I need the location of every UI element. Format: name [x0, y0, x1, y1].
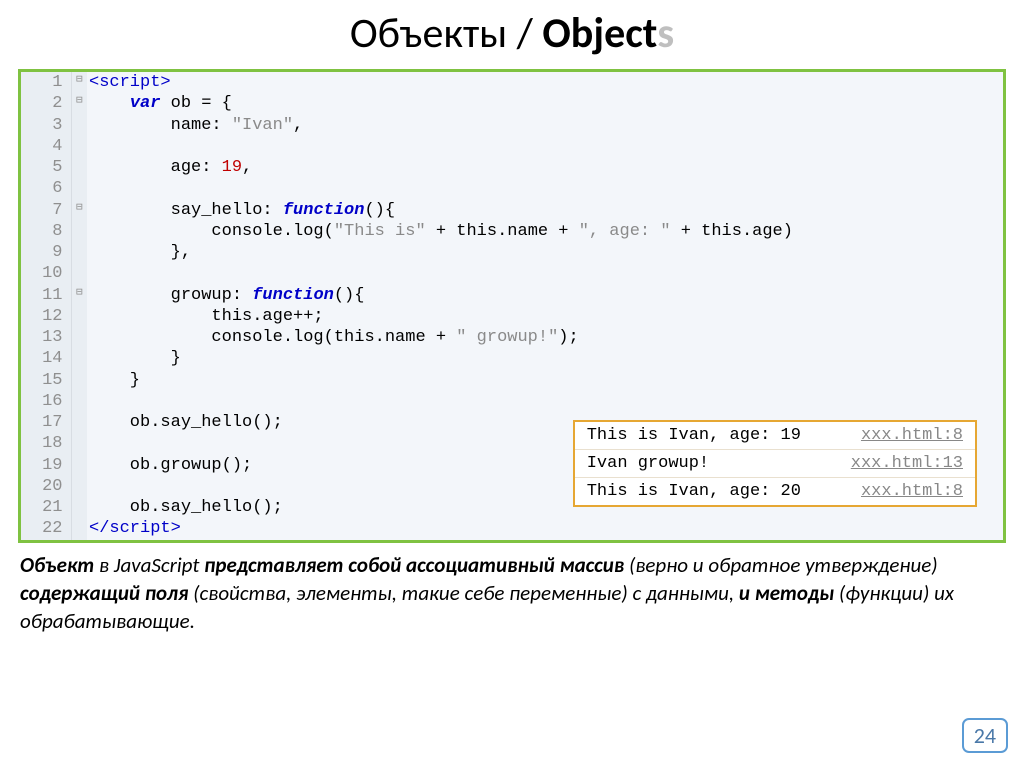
code-line: 15 }: [21, 370, 1003, 391]
fold-icon: [71, 157, 87, 178]
fold-icon: [71, 433, 87, 454]
code-content: }: [87, 348, 1003, 369]
code-content: <script>: [87, 72, 1003, 93]
fold-icon: [71, 263, 87, 284]
line-number: 16: [21, 391, 71, 412]
line-number: 21: [21, 497, 71, 518]
line-number: 13: [21, 327, 71, 348]
fold-icon: ⊟: [71, 285, 87, 306]
fold-icon: [71, 518, 87, 539]
fold-icon: [71, 242, 87, 263]
code-content: console.log(this.name + " growup!");: [87, 327, 1003, 348]
code-line: 4: [21, 136, 1003, 157]
console-row: This is Ivan, age: 20 xxx.html:8: [575, 478, 975, 505]
line-number: 20: [21, 476, 71, 497]
code-line: 7⊟ say_hello: function(){: [21, 200, 1003, 221]
line-number: 2: [21, 93, 71, 114]
line-number: 19: [21, 455, 71, 476]
code-line: 3 name: "Ivan",: [21, 115, 1003, 136]
fold-icon: [71, 476, 87, 497]
console-location: xxx.html:8: [861, 426, 963, 445]
code-content: },: [87, 242, 1003, 263]
line-number: 8: [21, 221, 71, 242]
fold-icon: [71, 412, 87, 433]
fold-icon: ⊟: [71, 72, 87, 93]
code-content: name: "Ivan",: [87, 115, 1003, 136]
line-number: 14: [21, 348, 71, 369]
fold-icon: [71, 327, 87, 348]
code-line: 13 console.log(this.name + " growup!");: [21, 327, 1003, 348]
code-line: 5 age: 19,: [21, 157, 1003, 178]
code-line: 10: [21, 263, 1003, 284]
console-row: Ivan growup! xxx.html:13: [575, 450, 975, 478]
code-line: 14 }: [21, 348, 1003, 369]
line-number: 9: [21, 242, 71, 263]
fold-icon: [71, 370, 87, 391]
fold-icon: [71, 306, 87, 327]
line-number: 11: [21, 285, 71, 306]
line-number: 17: [21, 412, 71, 433]
line-number: 22: [21, 518, 71, 539]
code-content: console.log("This is" + this.name + ", a…: [87, 221, 1003, 242]
code-line: 6: [21, 178, 1003, 199]
code-content: [87, 136, 1003, 157]
code-content: </script>: [87, 518, 1003, 539]
code-content: age: 19,: [87, 157, 1003, 178]
fold-icon: [71, 497, 87, 518]
line-number: 3: [21, 115, 71, 136]
console-text: This is Ivan, age: 20: [587, 482, 801, 501]
fold-icon: [71, 115, 87, 136]
console-output: This is Ivan, age: 19 xxx.html:8 Ivan grow…: [573, 420, 977, 507]
line-number: 12: [21, 306, 71, 327]
slide-title: Объекты / Objects: [0, 0, 1024, 69]
code-content: this.age++;: [87, 306, 1003, 327]
line-number: 7: [21, 200, 71, 221]
fold-icon: [71, 455, 87, 476]
code-line: 9 },: [21, 242, 1003, 263]
fold-icon: ⊟: [71, 93, 87, 114]
fold-icon: ⊟: [71, 200, 87, 221]
code-content: var ob = {: [87, 93, 1003, 114]
console-text: Ivan growup!: [587, 454, 709, 473]
console-row: This is Ivan, age: 19 xxx.html:8: [575, 422, 975, 450]
code-content: growup: function(){: [87, 285, 1003, 306]
line-number: 18: [21, 433, 71, 454]
page-number: 24: [962, 718, 1008, 753]
line-number: 4: [21, 136, 71, 157]
line-number: 5: [21, 157, 71, 178]
code-content: [87, 178, 1003, 199]
line-number: 10: [21, 263, 71, 284]
code-line: 1⊟<script>: [21, 72, 1003, 93]
code-content: [87, 263, 1003, 284]
fold-icon: [71, 136, 87, 157]
code-line: 8 console.log("This is" + this.name + ",…: [21, 221, 1003, 242]
fold-icon: [71, 348, 87, 369]
fold-icon: [71, 178, 87, 199]
fold-icon: [71, 221, 87, 242]
code-line: 22 </script>: [21, 518, 1003, 539]
console-text: This is Ivan, age: 19: [587, 426, 801, 445]
code-line: 16: [21, 391, 1003, 412]
code-line: 12 this.age++;: [21, 306, 1003, 327]
code-content: }: [87, 370, 1003, 391]
fold-icon: [71, 391, 87, 412]
console-location: xxx.html:13: [851, 454, 963, 473]
line-number: 6: [21, 178, 71, 199]
code-editor: 1⊟<script>2⊟ var ob = {3 name: "Ivan",45…: [18, 69, 1006, 543]
line-number: 1: [21, 72, 71, 93]
console-location: xxx.html:8: [861, 482, 963, 501]
code-content: say_hello: function(){: [87, 200, 1003, 221]
description-text: Объект в JavaScript представляет собой а…: [20, 551, 1004, 636]
code-line: 11⊟ growup: function(){: [21, 285, 1003, 306]
code-content: [87, 391, 1003, 412]
code-line: 2⊟ var ob = {: [21, 93, 1003, 114]
line-number: 15: [21, 370, 71, 391]
